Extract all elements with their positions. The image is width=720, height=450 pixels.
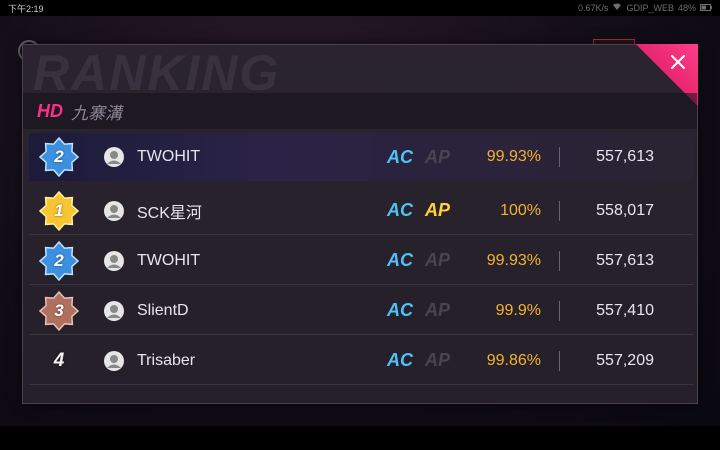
avatar-icon — [104, 300, 124, 321]
score-value: 557,410 — [596, 301, 654, 319]
ranking-row[interactable]: 2 TWOHIT AC AP 99.93% 557,613 — [29, 237, 693, 285]
close-icon — [671, 55, 685, 69]
ranking-row[interactable]: 1 SCK星河 AC AP 100% 558,017 — [29, 187, 693, 235]
accuracy-value: 100% — [500, 201, 541, 219]
player-name: TWOHIT — [137, 251, 201, 269]
player-name: TWOHIT — [137, 148, 201, 165]
ap-label: AP — [425, 300, 451, 320]
accuracy-value: 99.93% — [486, 251, 541, 269]
avatar-icon — [104, 350, 124, 371]
accuracy-value: 99.9% — [495, 301, 541, 319]
song-title: 九寨溝 — [71, 103, 122, 123]
rank-badge: 3 — [39, 290, 79, 331]
carrier-name: GDIP_WEB — [626, 3, 674, 13]
accuracy-value: 99.86% — [486, 351, 541, 369]
ac-label: AC — [387, 146, 413, 167]
accuracy-value: 99.93% — [486, 148, 541, 165]
player-name: Trisaber — [137, 351, 196, 369]
rank-badge: 2 — [39, 137, 79, 177]
rank-badge: 1 — [39, 190, 79, 231]
battery-icon — [700, 3, 712, 13]
ap-label: AP — [425, 200, 451, 220]
rank-number: 1 — [54, 200, 64, 220]
ranking-panel: RANKING HD 九寨溝 2 TWOHIT AC AP 99.93% 557… — [22, 44, 698, 404]
rank-number: 2 — [54, 250, 64, 270]
bottom-bar — [0, 426, 720, 450]
status-right: 0.67K/s GDIP_WEB 48% — [578, 3, 712, 13]
song-header: HD 九寨溝 — [23, 93, 697, 129]
panel-title: RANKING — [33, 45, 281, 101]
player-name: SlientD — [137, 301, 189, 319]
avatar-icon — [104, 250, 124, 271]
rank-badge: 4 — [39, 341, 79, 381]
ap-label: AP — [425, 350, 451, 370]
rank-number: 2 — [54, 147, 64, 166]
avatar-icon — [104, 147, 124, 167]
avatar-icon — [104, 200, 124, 221]
wifi-icon — [612, 3, 622, 13]
ap-label: AP — [425, 146, 451, 167]
status-bar: 下午2:19 0.67K/s GDIP_WEB 48% — [0, 0, 720, 16]
score-value: 557,613 — [596, 251, 654, 269]
score-value: 558,017 — [596, 201, 654, 219]
ac-label: AC — [387, 350, 413, 370]
rank-number: 3 — [54, 300, 64, 320]
ac-label: AC — [387, 300, 413, 320]
rank-number: 4 — [53, 349, 65, 371]
score-value: 557,613 — [596, 148, 654, 165]
my-ranking-row[interactable]: 2 TWOHIT AC AP 99.93% 557,613 — [29, 133, 693, 181]
score-value: 557,209 — [596, 351, 654, 369]
rank-badge: 2 — [39, 240, 79, 281]
battery-level: 48% — [677, 3, 696, 13]
ac-label: AC — [387, 250, 413, 270]
status-time: 下午2:19 — [8, 3, 44, 14]
ranking-row[interactable]: 3 SlientD AC AP 99.9% 557,410 — [29, 287, 693, 335]
difficulty-label: HD — [37, 100, 63, 121]
ranking-row[interactable]: 4 Trisaber AC AP 99.86% 557,209 — [29, 337, 693, 385]
player-name: SCK星河 — [137, 204, 202, 222]
network-speed: 0.67K/s — [577, 3, 609, 13]
ap-label: AP — [425, 250, 451, 270]
ac-label: AC — [387, 200, 413, 220]
